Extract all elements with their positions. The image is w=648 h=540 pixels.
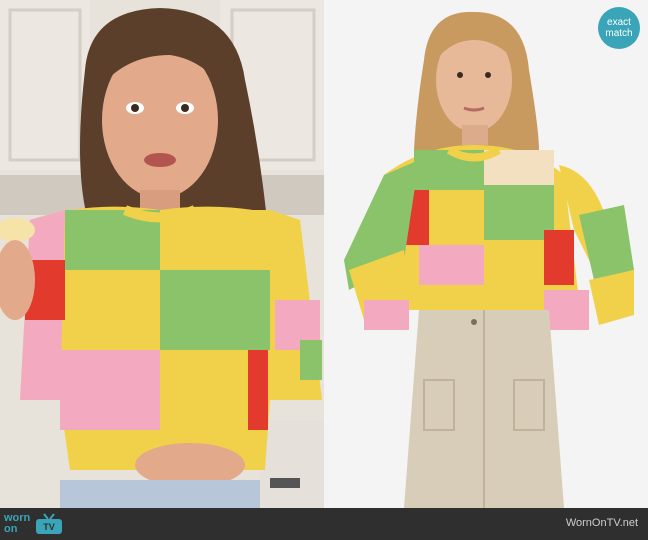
logo-text: worn on xyxy=(4,513,30,535)
logo-line2: on xyxy=(4,523,18,535)
host-photo-illustration xyxy=(0,0,324,508)
host-photo xyxy=(0,0,324,508)
product-photo-illustration xyxy=(324,0,648,508)
badge-line1: exact xyxy=(607,17,631,28)
wornontv-logo[interactable]: worn on TV xyxy=(4,512,64,536)
badge-line2: match xyxy=(605,28,633,39)
footer-bar: worn on TV WornOnTV.net xyxy=(0,508,648,540)
tv-icon: TV xyxy=(36,513,63,534)
exact-match-badge: exact match xyxy=(598,7,640,49)
product-photo xyxy=(324,0,648,508)
site-name[interactable]: WornOnTV.net xyxy=(566,517,638,529)
tv-icon-label: TV xyxy=(44,522,56,532)
